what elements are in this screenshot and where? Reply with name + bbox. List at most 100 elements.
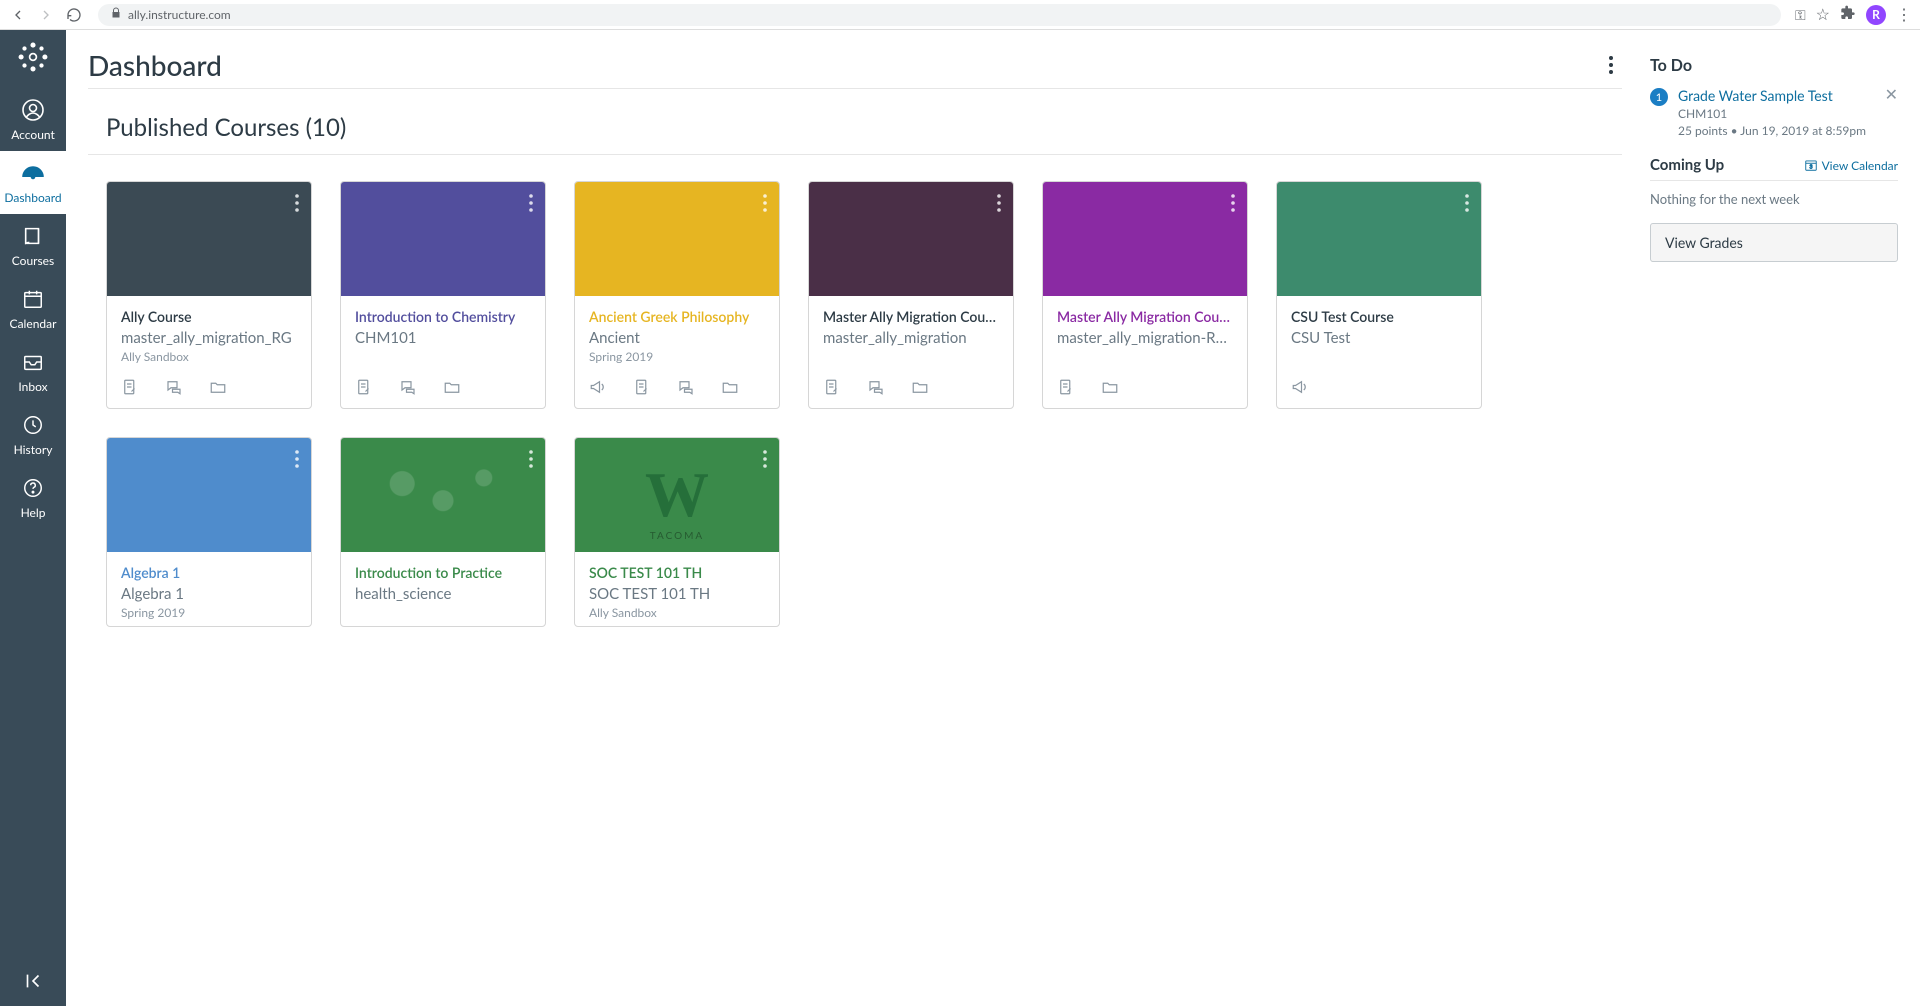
course-title[interactable]: Introduction to Chemistry (355, 308, 531, 325)
announce-icon[interactable] (589, 378, 607, 396)
todo-item: 1 Grade Water Sample Test CHM101 25 poin… (1650, 87, 1898, 138)
files-icon[interactable] (1101, 378, 1119, 396)
address-bar[interactable]: ally.instructure.com (98, 4, 1781, 26)
course-card[interactable]: Ancient Greek Philosophy Ancient Spring … (574, 181, 780, 409)
nav-inbox[interactable]: Inbox (0, 340, 66, 403)
lock-icon (110, 7, 122, 22)
course-card[interactable]: SOC TEST 101 TH SOC TEST 101 TH Ally San… (574, 437, 780, 627)
back-button[interactable] (8, 5, 28, 25)
card-options-button[interactable] (997, 194, 1001, 216)
course-title[interactable]: SOC TEST 101 TH (589, 564, 765, 581)
course-code: CHM101 (355, 329, 531, 347)
card-options-button[interactable] (1465, 194, 1469, 216)
course-code: Ancient (589, 329, 765, 347)
view-grades-button[interactable]: View Grades (1650, 223, 1898, 262)
card-options-button[interactable] (763, 194, 767, 216)
dashboard-options-button[interactable] (1600, 50, 1622, 80)
announce-icon[interactable] (1291, 378, 1309, 396)
card-options-button[interactable] (529, 194, 533, 216)
course-code: CSU Test (1291, 329, 1467, 347)
course-card[interactable]: Introduction to Chemistry CHM101 (340, 181, 546, 409)
view-calendar-link[interactable]: 3 View Calendar (1804, 158, 1898, 173)
course-code: master_ally_migration (823, 329, 999, 347)
course-card-header (341, 182, 545, 296)
discussion-icon[interactable] (399, 378, 417, 396)
global-nav: Account Dashboard Courses Calendar Inbox… (0, 30, 66, 1006)
course-title[interactable]: Ally Course (121, 308, 297, 325)
course-term (355, 349, 531, 364)
course-term (1291, 349, 1467, 364)
course-code: master_ally_migration_RG (121, 329, 297, 347)
assignment-icon[interactable] (633, 378, 651, 396)
discussion-icon[interactable] (677, 378, 695, 396)
course-card[interactable]: CSU Test Course CSU Test (1276, 181, 1482, 409)
dashboard-icon (20, 160, 46, 186)
assignment-icon[interactable] (1057, 378, 1075, 396)
course-card-header (1277, 182, 1481, 296)
canvas-logo-icon[interactable] (16, 40, 50, 74)
card-options-button[interactable] (529, 450, 533, 472)
course-title[interactable]: Introduction to Practice (355, 564, 531, 581)
assignment-icon[interactable] (355, 378, 373, 396)
discussion-icon[interactable] (165, 378, 183, 396)
course-code: health_science (355, 585, 531, 603)
todo-meta: 25 points • Jun 19, 2019 at 8:59pm (1678, 123, 1866, 138)
todo-dismiss-button[interactable]: ✕ (1885, 85, 1898, 104)
browser-chrome: ally.instructure.com ⚿ ☆ R ⋮ (0, 0, 1920, 30)
nav-history[interactable]: History (0, 403, 66, 466)
todo-link[interactable]: Grade Water Sample Test (1678, 87, 1866, 104)
nav-account[interactable]: Account (0, 88, 66, 151)
card-actions (107, 370, 311, 408)
files-icon[interactable] (443, 378, 461, 396)
nav-courses[interactable]: Courses (0, 214, 66, 277)
files-icon[interactable] (911, 378, 929, 396)
card-options-button[interactable] (1231, 194, 1235, 216)
course-code: Algebra 1 (121, 585, 297, 603)
course-title[interactable]: CSU Test Course (1291, 308, 1467, 325)
content: Dashboard Published Courses (10) Ally Co… (66, 30, 1920, 1006)
course-title[interactable]: Ancient Greek Philosophy (589, 308, 765, 325)
assignment-icon[interactable] (823, 378, 841, 396)
forward-button[interactable] (36, 5, 56, 25)
sidebar: To Do 1 Grade Water Sample Test CHM101 2… (1650, 30, 1920, 1006)
collapse-nav-button[interactable] (0, 970, 66, 992)
files-icon[interactable] (721, 378, 739, 396)
nav-dashboard[interactable]: Dashboard (0, 151, 66, 214)
course-card-header (107, 438, 311, 552)
assignment-icon[interactable] (121, 378, 139, 396)
page-title: Dashboard (88, 48, 222, 82)
nav-calendar[interactable]: Calendar (0, 277, 66, 340)
reload-button[interactable] (64, 5, 84, 25)
account-icon (20, 97, 46, 123)
extensions-icon[interactable] (1840, 5, 1856, 25)
key-icon[interactable]: ⚿ (1795, 6, 1806, 24)
course-card[interactable]: Master Ally Migration Course--AJW master… (808, 181, 1014, 409)
card-options-button[interactable] (295, 194, 299, 216)
course-term: Ally Sandbox (589, 605, 765, 620)
discussion-icon[interactable] (867, 378, 885, 396)
course-card-header (107, 182, 311, 296)
course-card-header (1043, 182, 1247, 296)
coming-up-heading: Coming Up (1650, 156, 1724, 174)
profile-avatar[interactable]: R (1866, 5, 1886, 25)
chrome-menu-icon[interactable]: ⋮ (1896, 5, 1912, 24)
course-title[interactable]: Master Ally Migration Course--AJW (823, 308, 999, 325)
star-icon[interactable]: ☆ (1816, 5, 1830, 24)
files-icon[interactable] (209, 378, 227, 396)
card-actions (341, 370, 545, 408)
card-options-button[interactable] (295, 450, 299, 472)
courses-icon (20, 223, 46, 249)
course-card[interactable]: Introduction to Practice health_science (340, 437, 546, 627)
course-term: Spring 2019 (121, 605, 297, 620)
course-card[interactable]: Algebra 1 Algebra 1 Spring 2019 (106, 437, 312, 627)
todo-heading: To Do (1650, 56, 1898, 75)
course-card[interactable]: Master Ally Migration Course--RM... mast… (1042, 181, 1248, 409)
card-actions (575, 370, 779, 408)
calendar-small-icon: 3 (1804, 158, 1818, 172)
nav-help[interactable]: Help (0, 466, 66, 529)
card-options-button[interactable] (763, 450, 767, 472)
course-title[interactable]: Algebra 1 (121, 564, 297, 581)
course-title[interactable]: Master Ally Migration Course--RM... (1057, 308, 1233, 325)
course-card[interactable]: Ally Course master_ally_migration_RG All… (106, 181, 312, 409)
course-term: Spring 2019 (589, 349, 765, 364)
